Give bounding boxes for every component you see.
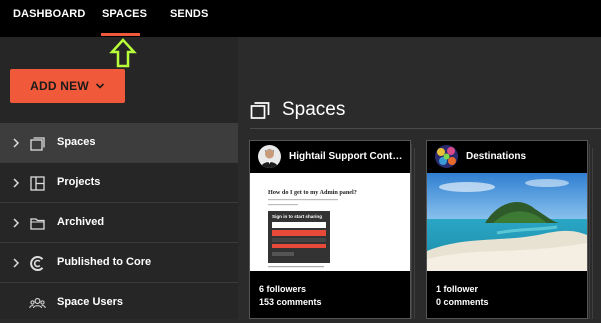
followers-count: 1 follower: [436, 284, 479, 294]
space-thumbnail: How do I get to my Admin panel? Sign in …: [250, 173, 410, 271]
active-tab-indicator: [101, 33, 140, 36]
avatar: [258, 145, 281, 168]
spaces-icon: [30, 137, 45, 151]
space-card-title[interactable]: Hightail Support Content: [289, 151, 404, 162]
sidebar-item-archived[interactable]: Archived: [0, 203, 238, 243]
chevron-right-icon[interactable]: [11, 217, 21, 229]
page-title-text: Spaces: [282, 99, 346, 120]
tab-dashboard[interactable]: DASHBOARD: [13, 8, 85, 20]
sidebar-item-label: Projects: [57, 176, 101, 188]
sidebar-item-published-to-core[interactable]: Published to Core: [0, 243, 238, 283]
spaces-icon: [250, 102, 270, 119]
card-stack-edge: [589, 144, 590, 319]
thumbnail-heading: How do I get to my Admin panel?: [268, 189, 357, 196]
chevron-right-icon[interactable]: [11, 257, 21, 269]
card-stack-edge: [414, 148, 415, 319]
comments-count: 0 comments: [436, 297, 489, 307]
thumbnail-panel-title: Sign in to start sharing: [272, 214, 322, 219]
sidebar-item-spaces[interactable]: Spaces: [0, 123, 238, 163]
comments-count: 153 comments: [259, 297, 322, 307]
tab-sends[interactable]: SENDS: [170, 8, 208, 20]
space-card[interactable]: Destinations 1 follower 0 comments: [426, 140, 588, 319]
sidebar-item-space-users[interactable]: Space Users: [0, 283, 238, 323]
core-icon: [30, 256, 44, 271]
card-stack-edge: [592, 148, 593, 319]
folder-icon: [30, 218, 45, 230]
avatar: [435, 145, 458, 168]
sidebar: ADD NEW Spaces Projects Archived Publish…: [0, 37, 238, 319]
space-thumbnail: [427, 173, 587, 271]
space-card-title[interactable]: Destinations: [466, 151, 581, 162]
followers-count: 6 followers: [259, 284, 307, 294]
add-new-button[interactable]: ADD NEW: [10, 69, 125, 103]
projects-icon: [30, 176, 45, 191]
sidebar-item-label: Archived: [57, 216, 105, 228]
sidebar-item-label: Spaces: [57, 136, 96, 148]
chevron-right-icon[interactable]: [11, 137, 21, 149]
sidebar-item-label: Space Users: [57, 296, 124, 308]
top-nav: DASHBOARD SPACES SENDS: [0, 0, 601, 37]
users-icon: [29, 298, 46, 309]
card-stack-edge: [411, 144, 412, 319]
space-card[interactable]: Hightail Support Content How do I get to…: [249, 140, 411, 319]
chevron-down-icon: [95, 83, 104, 89]
add-new-label: ADD NEW: [30, 79, 89, 93]
divider: [250, 128, 601, 129]
page-title: Spaces: [250, 99, 345, 121]
tab-spaces[interactable]: SPACES: [102, 8, 147, 20]
arrow-up-icon: [109, 38, 137, 68]
chevron-right-icon[interactable]: [11, 177, 21, 189]
sidebar-item-label: Published to Core: [57, 256, 152, 268]
sidebar-item-projects[interactable]: Projects: [0, 163, 238, 203]
